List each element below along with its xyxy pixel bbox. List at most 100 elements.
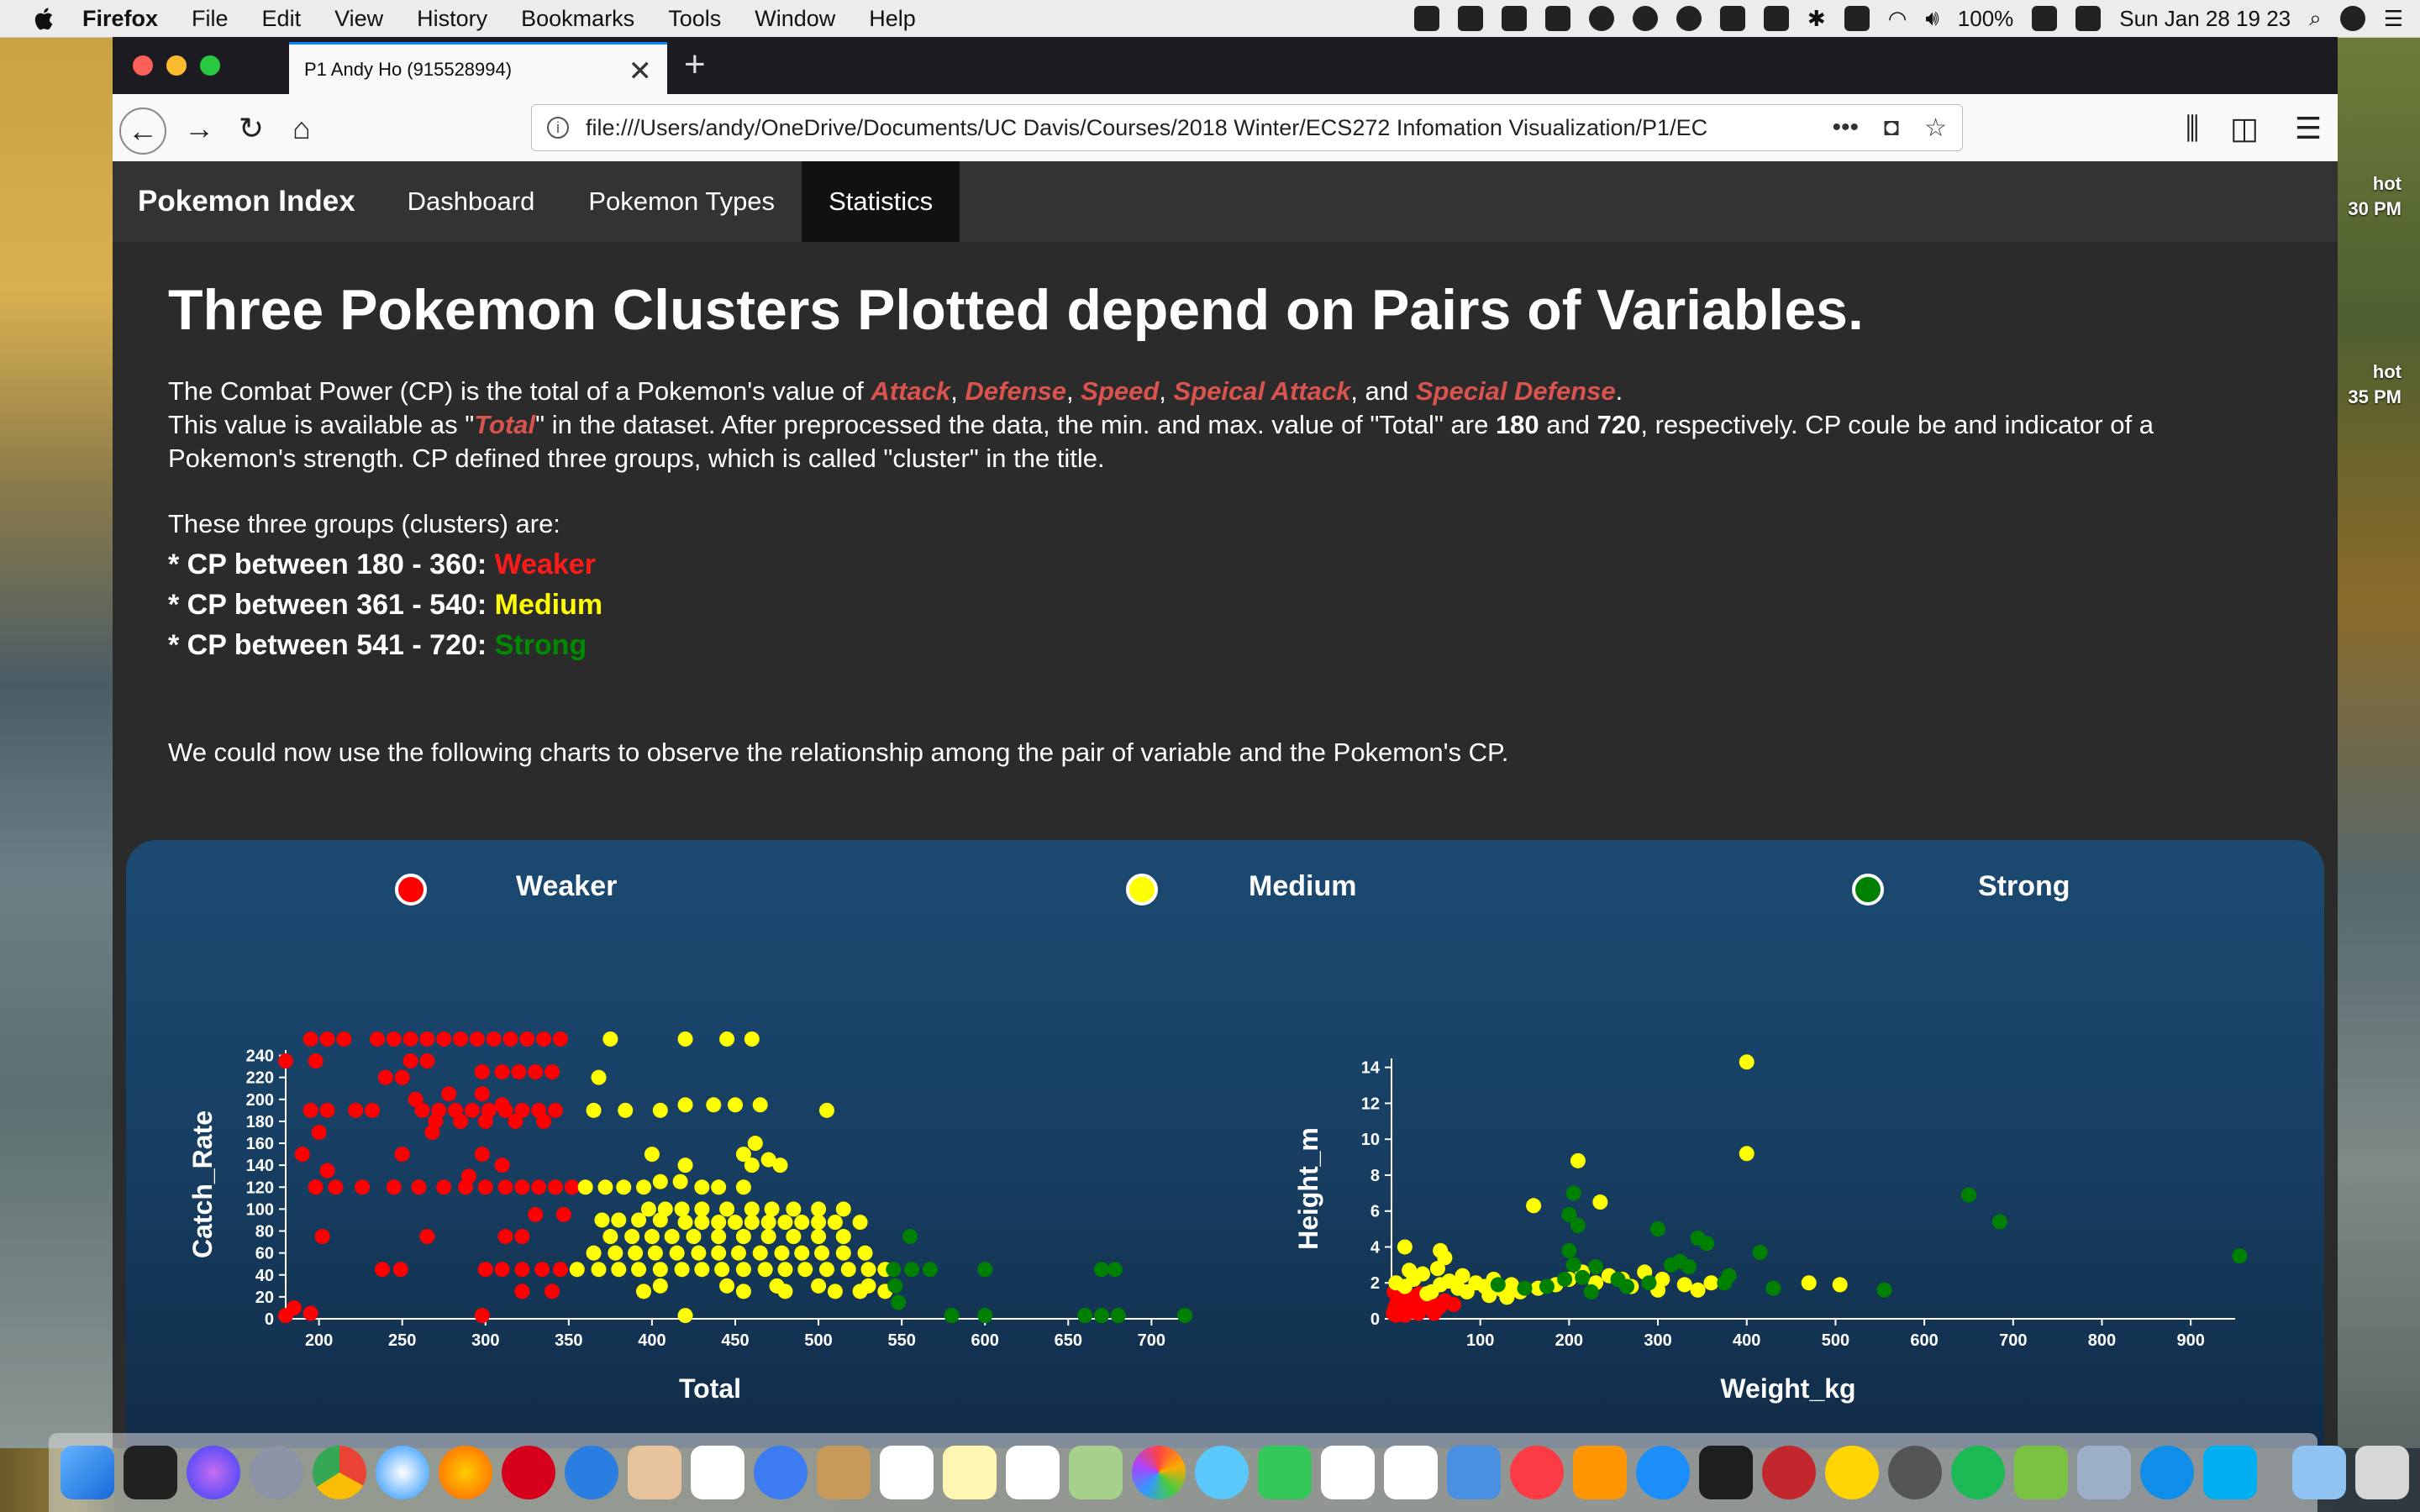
forward-arrow-icon[interactable]: → [178, 108, 220, 150]
window-layout-icon[interactable] [1719, 6, 1745, 31]
image-capture-icon[interactable] [2077, 1446, 2131, 1499]
clock[interactable]: Sun Jan 28 19 23 [2119, 6, 2291, 32]
scatter-weight-vs-height: 100 200 300 400 500 600 700 800 900 0 2 4 6 8 10 12 14 We… [1293, 1054, 2248, 1404]
legend-medium-toggle[interactable] [1126, 874, 1158, 906]
wifi-icon[interactable]: ◠ [1888, 6, 1907, 32]
sourcetree-icon[interactable] [2014, 1446, 2068, 1499]
siri-icon[interactable] [2339, 6, 2365, 31]
url-bar[interactable]: i file:///Users/andy/OneDrive/Documents/… [531, 104, 1963, 151]
trash-icon[interactable] [2355, 1446, 2409, 1499]
tab-close-icon[interactable]: ✕ [629, 55, 653, 88]
menu-edit[interactable]: Edit [262, 6, 302, 32]
forward-tray-icon[interactable] [1632, 6, 1658, 31]
app-store-nav-icon[interactable] [565, 1446, 618, 1499]
cyberduck-icon[interactable] [1825, 1446, 1879, 1499]
zoom-window-button[interactable] [200, 55, 220, 76]
volume-icon[interactable]: 🔊︎ [1925, 5, 1939, 32]
menu-view[interactable]: View [334, 6, 383, 32]
skype-icon[interactable] [2203, 1446, 2257, 1499]
tab-active[interactable]: P1 Andy Ho (915528994) ✕ [289, 42, 667, 94]
app-store-icon[interactable] [1636, 1446, 1690, 1499]
system-preferences-icon[interactable] [1888, 1446, 1942, 1499]
keynote-icon[interactable] [1447, 1446, 1501, 1499]
scrivener-icon[interactable] [691, 1446, 744, 1499]
hamburger-menu-icon[interactable]: ☰ [2287, 108, 2329, 150]
site-info-icon[interactable]: i [547, 117, 569, 139]
battery-icon[interactable] [2032, 6, 2058, 31]
memory-icon[interactable] [1844, 6, 1870, 31]
photos-icon[interactable] [1132, 1446, 1186, 1499]
maps-icon[interactable] [1069, 1446, 1123, 1499]
cloud-icon[interactable] [1544, 6, 1570, 31]
itunes-icon[interactable] [1510, 1446, 1564, 1499]
notes-icon[interactable] [943, 1446, 997, 1499]
spotify-icon[interactable] [1951, 1446, 2005, 1499]
spotlight-icon[interactable]: ⌕ [2309, 5, 2322, 32]
sync-tray-icon[interactable] [1676, 6, 1702, 31]
apple-icon[interactable] [34, 6, 57, 31]
data-point-weaker [348, 1102, 364, 1118]
menu-bookmarks[interactable]: Bookmarks [521, 6, 634, 32]
calendar-icon[interactable] [880, 1446, 934, 1499]
onepassword-icon[interactable] [1588, 6, 1614, 31]
safari-icon[interactable] [376, 1446, 429, 1499]
menu-app-name[interactable]: Firefox [82, 6, 158, 32]
menu-history[interactable]: History [417, 6, 487, 32]
library-icon[interactable]: ⫼ [2171, 108, 2213, 150]
firefox-dock-icon[interactable] [439, 1446, 492, 1499]
contacts-icon[interactable] [817, 1446, 871, 1499]
nav-link-pokemon-types[interactable]: Pokemon Types [561, 161, 802, 242]
vscode-icon[interactable] [1699, 1446, 1753, 1499]
page-actions-icon[interactable]: ••• [1832, 113, 1859, 143]
desktop-screenshot-label-2[interactable]: hot 35 PM [2348, 360, 2402, 410]
data-point-medium [631, 1212, 647, 1228]
nav-link-dashboard[interactable]: Dashboard [381, 161, 562, 242]
dropbox-icon[interactable] [1457, 6, 1483, 31]
legend-strong-toggle[interactable] [1852, 874, 1884, 906]
opera-icon[interactable] [502, 1446, 555, 1499]
messages-icon[interactable] [1195, 1446, 1249, 1499]
messages-bubble-icon[interactable] [754, 1446, 808, 1499]
facetime-icon[interactable] [1258, 1446, 1312, 1499]
menu-help[interactable]: Help [869, 6, 916, 32]
x-tick-label: 100 [1466, 1331, 1494, 1350]
screenshot-tray-icon[interactable] [1501, 6, 1527, 31]
nav-link-statistics[interactable]: Statistics [802, 161, 960, 242]
url-text[interactable]: file:///Users/andy/OneDrive/Documents/UC… [586, 115, 1817, 141]
site-brand[interactable]: Pokemon Index [138, 185, 355, 218]
menu-file[interactable]: File [192, 6, 229, 32]
back-arrow-icon[interactable]: ← [119, 108, 166, 155]
pocket-icon[interactable]: ◘ [1884, 113, 1899, 143]
minimize-window-button[interactable] [166, 55, 187, 76]
data-point-medium [1592, 1194, 1608, 1210]
reload-icon[interactable]: ↻ [230, 108, 272, 150]
desktop-screenshot-label-1[interactable]: hot 30 PM [2348, 171, 2402, 222]
chrome-icon[interactable] [313, 1446, 366, 1499]
bluetooth-icon[interactable]: ✱ [1807, 6, 1826, 32]
terminal-icon[interactable] [124, 1446, 177, 1499]
input-source-icon[interactable] [2075, 6, 2102, 31]
sidebar-icon[interactable]: ◫ [2223, 108, 2265, 150]
pages-icon[interactable] [1321, 1446, 1375, 1499]
new-tab-icon[interactable]: + [684, 44, 706, 86]
downloads-folder-icon[interactable] [2292, 1446, 2346, 1499]
bookmark-star-icon[interactable]: ☆ [1924, 113, 1947, 143]
menu-window[interactable]: Window [755, 6, 835, 32]
ibooks-icon[interactable] [1573, 1446, 1627, 1499]
skype-tray-icon[interactable] [1413, 6, 1439, 31]
teamviewer-icon[interactable] [2140, 1446, 2194, 1499]
launchpad-icon[interactable] [250, 1446, 303, 1499]
home-icon[interactable]: ⌂ [281, 108, 323, 150]
reminders-icon[interactable] [1006, 1446, 1060, 1499]
close-window-button[interactable] [133, 55, 153, 76]
battery-percent[interactable]: 100% [1958, 6, 2014, 32]
preview-icon[interactable] [628, 1446, 681, 1499]
finder-icon[interactable] [60, 1446, 114, 1499]
numbers-icon[interactable] [1384, 1446, 1438, 1499]
airplay-icon[interactable] [1763, 6, 1789, 31]
notification-center-icon[interactable]: ☰ [2384, 6, 2403, 32]
menu-tools[interactable]: Tools [668, 6, 721, 32]
pdf-expert-icon[interactable] [1762, 1446, 1816, 1499]
siri-dock-icon[interactable] [187, 1446, 240, 1499]
legend-weaker-toggle[interactable] [395, 874, 427, 906]
